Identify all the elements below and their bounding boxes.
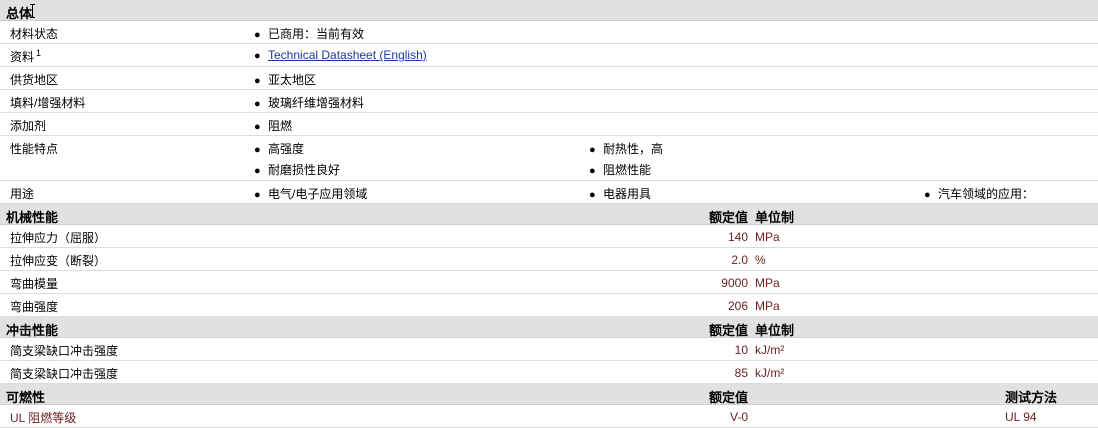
property-unit: kJ/m² <box>755 366 785 380</box>
row-filler: 填料/增强材料 ● 玻璃纤维增强材料 <box>0 90 1098 113</box>
list-item: ● 电气/电子应用领域 <box>254 187 368 201</box>
section-title: 冲击性能 <box>6 323 59 338</box>
list-item: ● 耐热性，高 <box>589 142 664 156</box>
list-item: ● 汽车领域的应用： <box>924 187 1035 201</box>
list-item: ● 玻璃纤维增强材料 <box>254 96 365 110</box>
property-label: 拉伸应力（屈服） <box>10 231 107 245</box>
list-item: ● 已商用：当前有效 <box>254 27 365 41</box>
section-title: 机械性能 <box>6 210 59 225</box>
row-features: 性能特点 ● 高强度 ● 耐热性，高 ● 耐磨损性良好 ● 阻燃性能 <box>0 136 1098 181</box>
table-row: 弯曲模量 9000 MPa <box>0 271 1098 294</box>
property-label: 简支梁缺口冲击强度 <box>10 344 119 358</box>
row-availability: 供货地区 ● 亚太地区 <box>0 67 1098 90</box>
property-value: 140 <box>727 230 748 244</box>
list-item: ● 亚太地区 <box>254 73 317 87</box>
property-value: 2.0 <box>731 253 748 267</box>
row-label: 用途 <box>10 187 35 201</box>
column-header-unit: 单位制 <box>755 210 795 225</box>
list-item: ● 高强度 <box>254 142 305 156</box>
table-row: 简支梁缺口冲击强度 10 kJ/m² <box>0 338 1098 361</box>
property-unit: MPa <box>755 276 780 290</box>
text-cursor-icon <box>30 4 35 20</box>
property-unit: MPa <box>755 299 780 313</box>
datasheet-table: 总体 材料状态 ● 已商用：当前有效 资料 1 ● Technical Datashe… <box>0 0 1098 428</box>
footnote-marker: 1 <box>36 48 42 58</box>
table-row: UL 阻燃等级 V-0 UL 94 <box>0 405 1098 428</box>
row-label: 供货地区 <box>10 73 59 87</box>
property-unit: kJ/m² <box>755 343 785 357</box>
row-label: 添加剂 <box>10 119 47 133</box>
property-label: 简支梁缺口冲击强度 <box>10 367 119 381</box>
row-label: 填料/增强材料 <box>10 96 86 110</box>
column-header-method: 测试方法 <box>1005 390 1058 405</box>
property-unit: % <box>755 253 766 267</box>
row-additive: 添加剂 ● 阻燃 <box>0 113 1098 136</box>
property-value: 9000 <box>721 276 748 290</box>
property-value: 85 <box>734 366 748 380</box>
property-label: 拉伸应变（断裂） <box>10 254 107 268</box>
column-header-value: 额定值 <box>708 210 748 225</box>
list-item: ● 阻燃 <box>254 119 293 133</box>
section-header-general: 总体 <box>0 0 1098 21</box>
property-value: 206 <box>727 299 748 313</box>
table-row: 简支梁缺口冲击强度 85 kJ/m² <box>0 361 1098 384</box>
list-item: ● Technical Datasheet (English) <box>254 48 427 62</box>
section-title: 总体 <box>6 6 33 21</box>
property-label: UL 阻燃等级 <box>10 411 77 425</box>
section-title: 可燃性 <box>6 390 46 405</box>
table-row: 拉伸应变（断裂） 2.0 % <box>0 248 1098 271</box>
row-label: 材料状态 <box>10 27 59 41</box>
section-header-mechanical: 机械性能 额定值 单位制 <box>0 204 1098 225</box>
table-row: 弯曲强度 206 MPa <box>0 294 1098 317</box>
property-value: 10 <box>734 343 748 357</box>
row-label: 性能特点 <box>10 142 59 156</box>
list-item: ● 耐磨损性良好 <box>254 163 341 177</box>
property-label: 弯曲强度 <box>10 300 59 314</box>
row-uses: 用途 ● 电气/电子应用领域 ● 电器用具 ● 汽车领域的应用： <box>0 181 1098 204</box>
row-material-status: 材料状态 ● 已商用：当前有效 <box>0 21 1098 44</box>
column-header-value: 额定值 <box>708 390 748 405</box>
property-label: 弯曲模量 <box>10 277 59 291</box>
column-header-value: 额定值 <box>708 323 748 338</box>
table-row: 拉伸应力（屈服） 140 MPa <box>0 225 1098 248</box>
list-item: ● 阻燃性能 <box>589 163 652 177</box>
row-label: 资料 1 <box>10 48 42 64</box>
row-documents: 资料 1 ● Technical Datasheet (English) <box>0 44 1098 67</box>
property-unit: MPa <box>755 230 780 244</box>
technical-datasheet-link[interactable]: Technical Datasheet (English) <box>268 48 427 62</box>
section-header-impact: 冲击性能 额定值 单位制 <box>0 317 1098 338</box>
section-header-flammability: 可燃性 额定值 测试方法 <box>0 384 1098 405</box>
list-item: ● 电器用具 <box>589 187 652 201</box>
column-header-unit: 单位制 <box>755 323 795 338</box>
